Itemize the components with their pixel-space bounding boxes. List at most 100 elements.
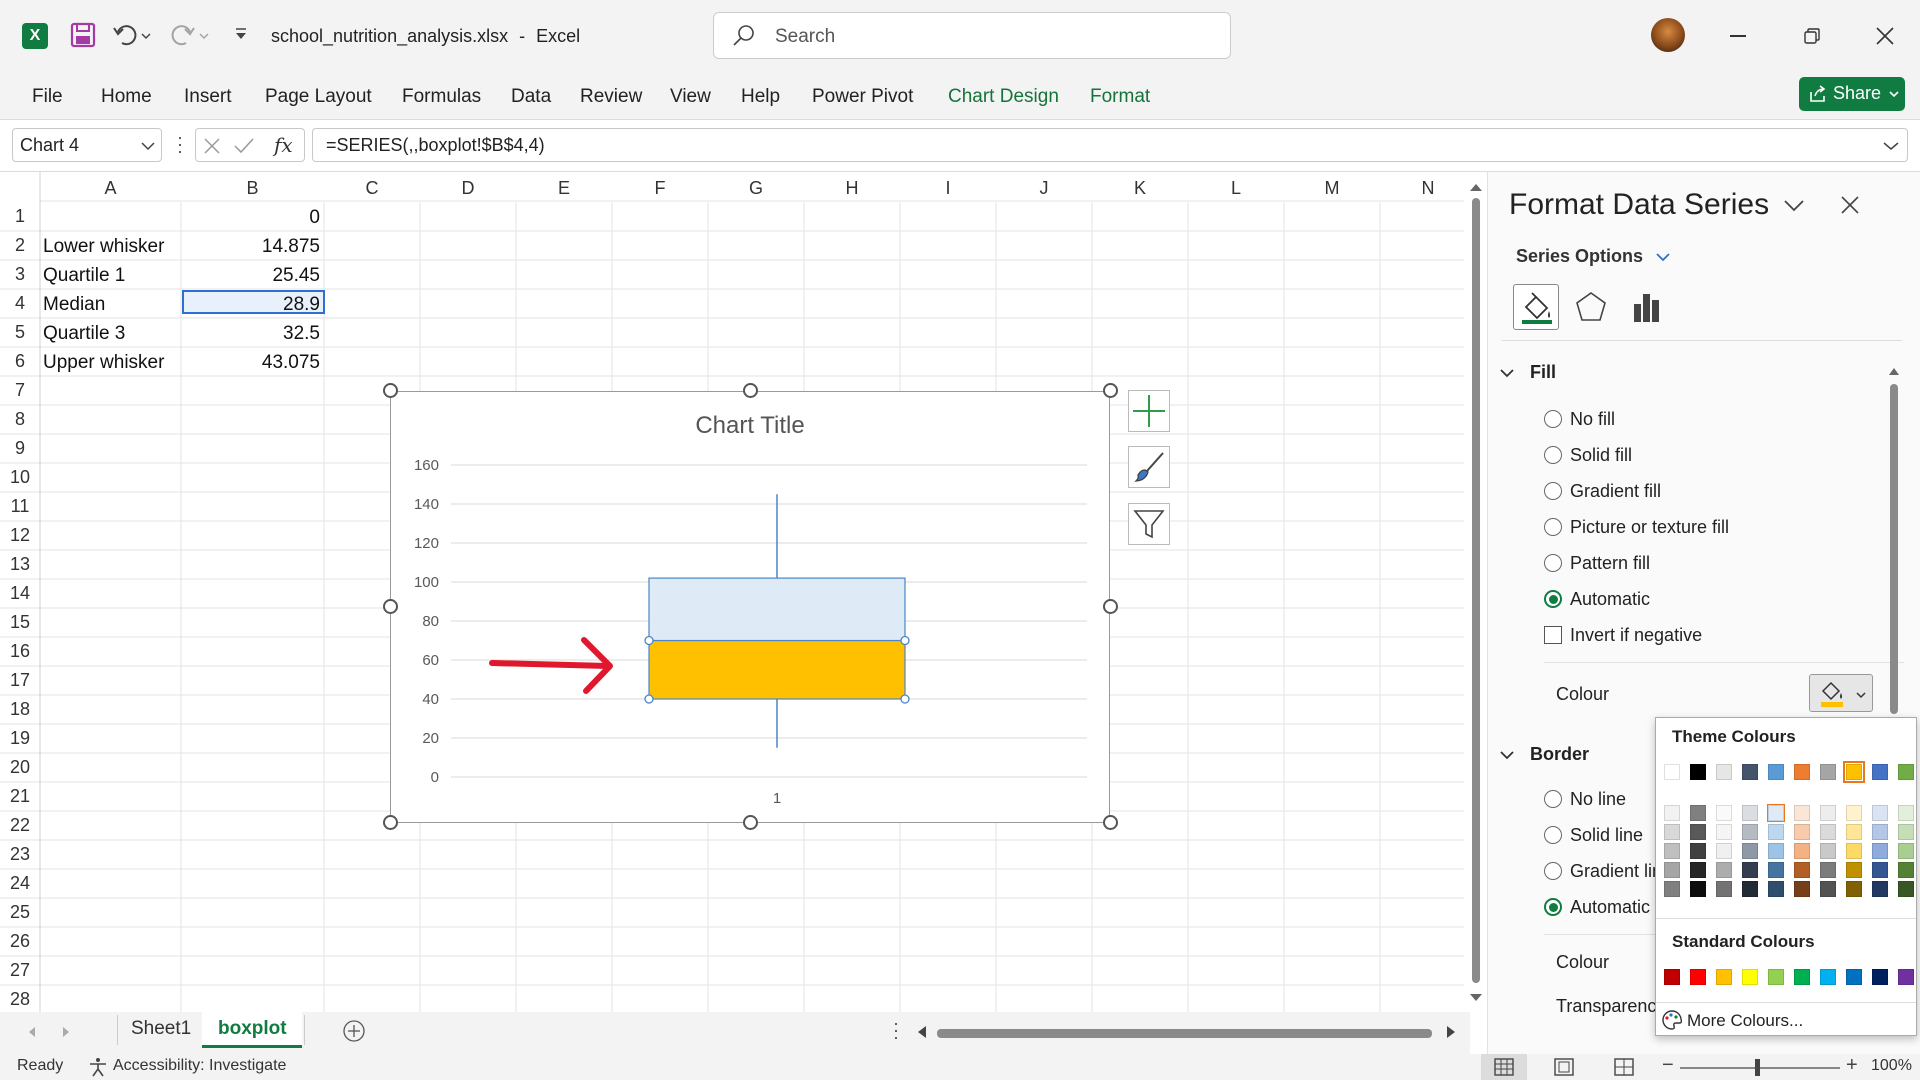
selected-box-segment[interactable] xyxy=(648,639,906,700)
box-segment[interactable] xyxy=(648,577,906,642)
minimize-icon[interactable] xyxy=(1730,35,1746,37)
scroll-down-icon[interactable] xyxy=(1469,993,1483,1003)
series-selection-handle[interactable] xyxy=(900,635,910,646)
theme-tint-swatch[interactable] xyxy=(1820,805,1836,821)
theme-tint-swatch[interactable] xyxy=(1716,805,1732,821)
theme-tint-swatch[interactable] xyxy=(1872,881,1888,897)
series-options-tab-icon[interactable] xyxy=(1630,290,1664,324)
cell-a3[interactable]: Quartile 1 xyxy=(43,265,125,287)
fill-section-header[interactable]: Fill xyxy=(1530,362,1556,383)
page-break-view-icon[interactable] xyxy=(1614,1058,1634,1076)
scroll-left-icon[interactable] xyxy=(917,1025,927,1039)
vertical-scrollbar[interactable] xyxy=(1466,178,1486,1008)
row-header[interactable]: 16 xyxy=(0,641,40,662)
automatic-fill-label[interactable]: Automatic xyxy=(1570,589,1650,610)
automatic-line-radio[interactable] xyxy=(1544,898,1562,916)
picture-fill-label[interactable]: Picture or texture fill xyxy=(1570,517,1729,538)
theme-tint-swatch[interactable] xyxy=(1846,824,1862,840)
tab-format[interactable]: Format xyxy=(1090,86,1150,108)
no-line-label[interactable]: No line xyxy=(1570,789,1626,810)
effects-tab-icon[interactable] xyxy=(1574,290,1608,324)
column-header-j[interactable]: J xyxy=(996,172,1092,202)
row-header[interactable]: 3 xyxy=(0,264,40,285)
accessibility-status[interactable]: Accessibility: Investigate xyxy=(113,1057,286,1075)
sheet-tab-boxplot[interactable]: boxplot xyxy=(202,1012,302,1048)
solid-fill-label[interactable]: Solid fill xyxy=(1570,445,1632,466)
column-header-a[interactable]: A xyxy=(40,172,181,202)
undo-icon[interactable] xyxy=(112,22,152,48)
resize-handle[interactable] xyxy=(1103,383,1118,398)
invert-if-negative-label[interactable]: Invert if negative xyxy=(1570,625,1702,646)
cell-b3[interactable]: 25.45 xyxy=(220,265,320,287)
enter-icon[interactable] xyxy=(234,138,254,154)
collapse-fill-icon[interactable] xyxy=(1500,368,1514,378)
horizontal-scrollbar[interactable] xyxy=(937,1029,1432,1038)
row-header[interactable]: 12 xyxy=(0,525,40,546)
customize-toolbar-icon[interactable] xyxy=(234,26,248,42)
solid-line-label[interactable]: Solid line xyxy=(1570,825,1643,846)
theme-tint-swatch[interactable] xyxy=(1820,881,1836,897)
theme-colour-swatch[interactable] xyxy=(1768,764,1784,780)
cell-b4[interactable]: 28.9 xyxy=(220,294,320,316)
gradient-fill-label[interactable]: Gradient fill xyxy=(1570,481,1661,502)
theme-tint-swatch[interactable] xyxy=(1742,862,1758,878)
theme-tint-swatch[interactable] xyxy=(1794,862,1810,878)
standard-colour-swatch[interactable] xyxy=(1716,969,1732,985)
theme-tint-swatch[interactable] xyxy=(1872,862,1888,878)
theme-tint-swatch[interactable] xyxy=(1690,805,1706,821)
row-header[interactable]: 17 xyxy=(0,670,40,691)
resize-handle[interactable] xyxy=(383,383,398,398)
column-header-e[interactable]: E xyxy=(516,172,612,202)
resize-handle[interactable] xyxy=(1103,815,1118,830)
theme-tint-swatch[interactable] xyxy=(1898,843,1914,859)
tab-file[interactable]: File xyxy=(32,86,63,108)
accessibility-icon[interactable] xyxy=(88,1057,108,1077)
share-button[interactable]: Share xyxy=(1799,77,1905,111)
theme-tint-swatch[interactable] xyxy=(1846,805,1862,821)
theme-tint-swatch[interactable] xyxy=(1742,805,1758,821)
close-pane-icon[interactable] xyxy=(1841,196,1859,214)
chevron-down-icon[interactable] xyxy=(141,141,155,151)
theme-tint-swatch[interactable] xyxy=(1794,843,1810,859)
pane-scroll-up-icon[interactable] xyxy=(1888,366,1900,376)
pattern-fill-radio[interactable] xyxy=(1544,554,1562,572)
border-section-header[interactable]: Border xyxy=(1530,744,1589,765)
tab-insert[interactable]: Insert xyxy=(184,86,232,108)
collapse-border-icon[interactable] xyxy=(1500,750,1514,760)
theme-tint-swatch[interactable] xyxy=(1820,843,1836,859)
formula-input[interactable]: =SERIES(,,boxplot!$B$4,4) xyxy=(312,128,1908,162)
add-sheet-icon[interactable] xyxy=(342,1019,366,1043)
redo-icon[interactable] xyxy=(170,22,210,48)
tab-review[interactable]: Review xyxy=(580,86,642,108)
scroll-thumb[interactable] xyxy=(1472,198,1480,983)
chart-plot[interactable]: 0 20 40 60 80 100 120 140 160 1 xyxy=(391,392,1109,822)
scroll-up-icon[interactable] xyxy=(1469,182,1483,192)
row-header[interactable]: 1 xyxy=(0,206,40,227)
tab-view[interactable]: View xyxy=(670,86,711,108)
standard-colour-swatch[interactable] xyxy=(1742,969,1758,985)
theme-colour-swatch[interactable] xyxy=(1843,761,1865,783)
theme-tint-swatch[interactable] xyxy=(1664,805,1680,821)
zoom-level[interactable]: 100% xyxy=(1871,1057,1912,1075)
theme-tint-swatch[interactable] xyxy=(1820,862,1836,878)
row-header[interactable]: 26 xyxy=(0,931,40,952)
expand-formula-icon[interactable] xyxy=(1883,141,1899,151)
automatic-fill-radio[interactable] xyxy=(1544,590,1562,608)
theme-tint-swatch[interactable] xyxy=(1664,824,1680,840)
sheet-tab-sheet1[interactable]: Sheet1 xyxy=(131,1018,191,1040)
pane-scroll-thumb[interactable] xyxy=(1890,384,1898,714)
theme-tint-swatch[interactable] xyxy=(1794,805,1810,821)
column-header-d[interactable]: D xyxy=(420,172,516,202)
tab-formulas[interactable]: Formulas xyxy=(402,86,481,108)
theme-tint-swatch[interactable] xyxy=(1664,862,1680,878)
resize-handle[interactable] xyxy=(743,383,758,398)
theme-colour-swatch[interactable] xyxy=(1690,764,1706,780)
name-box[interactable]: Chart 4 xyxy=(12,128,162,162)
cell-b6[interactable]: 43.075 xyxy=(220,352,320,374)
theme-tint-swatch[interactable] xyxy=(1898,805,1914,821)
theme-tint-swatch[interactable] xyxy=(1768,881,1784,897)
row-header[interactable]: 13 xyxy=(0,554,40,575)
series-selection-handle[interactable] xyxy=(900,694,910,704)
automatic-line-label[interactable]: Automatic xyxy=(1570,897,1650,918)
gradient-line-label[interactable]: Gradient lin xyxy=(1570,861,1662,882)
